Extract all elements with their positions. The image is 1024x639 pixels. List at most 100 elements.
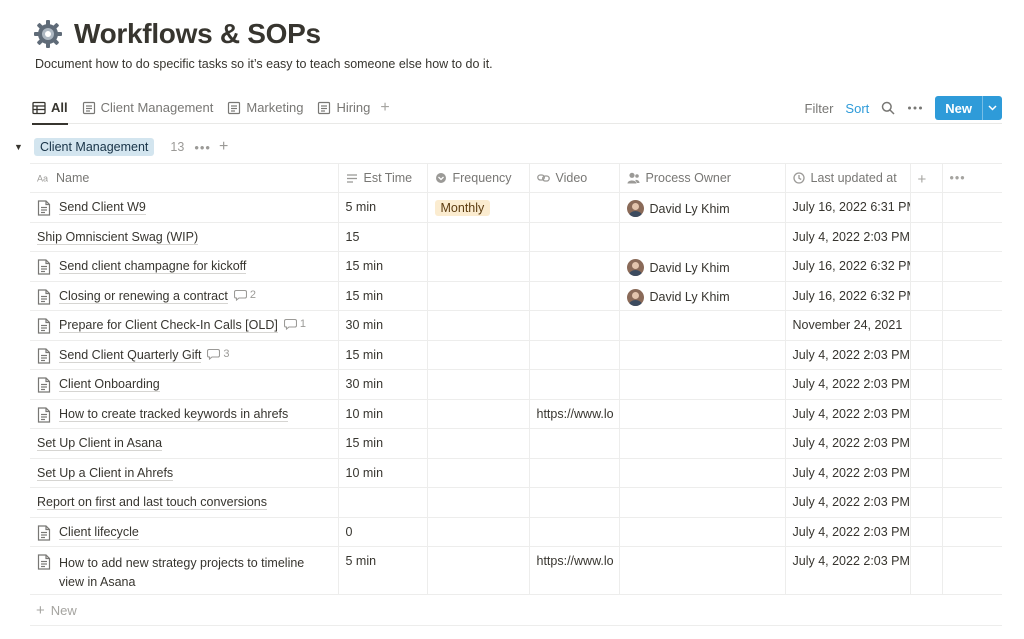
cell-frequency[interactable] <box>427 487 530 518</box>
cell-last-updated[interactable]: July 4, 2022 2:03 PM <box>785 546 911 595</box>
cell-frequency[interactable] <box>427 310 530 341</box>
cell-video[interactable] <box>529 517 620 547</box>
cell-video[interactable]: https://www.lo <box>529 399 620 429</box>
cell-frequency[interactable] <box>427 251 530 282</box>
cell-video[interactable] <box>529 458 620 488</box>
cell-last-updated[interactable]: November 24, 2021 <box>785 310 911 341</box>
cell-process-owner[interactable]: David Ly Khim <box>619 192 786 223</box>
column-header-name[interactable]: Aa Name <box>30 163 339 193</box>
cell-process-owner[interactable]: David Ly Khim <box>619 251 786 282</box>
cell-video[interactable] <box>529 192 620 223</box>
cell-process-owner[interactable] <box>619 428 786 459</box>
row-title[interactable]: Send Client Quarterly Gift <box>59 348 202 363</box>
cell-name[interactable]: Prepare for Client Check-In Calls [OLD] … <box>30 310 339 341</box>
cell-frequency[interactable] <box>427 369 530 400</box>
cell-name[interactable]: Ship Omniscient Swag (WIP) <box>30 222 339 252</box>
comment-count[interactable]: 2 <box>233 289 256 301</box>
table-row[interactable]: Ship Omniscient Swag (WIP) 15 July 4, 20… <box>30 222 1002 252</box>
cell-est-time[interactable]: 10 min <box>338 458 428 488</box>
cell-process-owner[interactable] <box>619 222 786 252</box>
cell-est-time[interactable]: 15 min <box>338 281 428 311</box>
cell-frequency[interactable] <box>427 340 530 370</box>
table-row[interactable]: Set Up a Client in Ahrefs 10 min July 4,… <box>30 458 1002 488</box>
cell-frequency[interactable]: Monthly <box>427 192 530 223</box>
cell-name[interactable]: Send Client Quarterly Gift 3 <box>30 340 339 370</box>
add-row-button[interactable]: + New <box>30 596 1002 626</box>
tab-all[interactable]: All <box>32 92 68 125</box>
cell-video[interactable] <box>529 487 620 518</box>
table-row[interactable]: Closing or renewing a contract 2 15 min … <box>30 281 1002 311</box>
cell-est-time[interactable] <box>338 487 428 518</box>
cell-process-owner[interactable] <box>619 546 786 595</box>
row-title[interactable]: Set Up Client in Asana <box>37 436 163 451</box>
table-row[interactable]: Client Onboarding 30 min July 4, 2022 2:… <box>30 369 1002 400</box>
tab-marketing[interactable]: Marketing <box>227 92 303 124</box>
table-row[interactable]: Prepare for Client Check-In Calls [OLD] … <box>30 310 1002 341</box>
cell-est-time[interactable]: 30 min <box>338 369 428 400</box>
cell-frequency[interactable] <box>427 428 530 459</box>
gear-icon[interactable] <box>32 18 64 50</box>
cell-video[interactable] <box>529 251 620 282</box>
comment-count[interactable]: 3 <box>207 348 230 360</box>
cell-video[interactable] <box>529 428 620 459</box>
add-column-button[interactable]: + <box>910 163 943 193</box>
cell-video[interactable] <box>529 369 620 400</box>
table-row[interactable]: Set Up Client in Asana 15 min July 4, 20… <box>30 428 1002 459</box>
sort-button[interactable]: Sort <box>845 101 869 116</box>
row-title[interactable]: Ship Omniscient Swag (WIP) <box>37 230 199 245</box>
cell-last-updated[interactable]: July 4, 2022 2:03 PM <box>785 222 911 252</box>
row-title[interactable]: Send Client W9 <box>59 200 146 215</box>
cell-name[interactable]: Report on first and last touch conversio… <box>30 487 339 518</box>
row-title[interactable]: Set Up a Client in Ahrefs <box>37 466 174 481</box>
group-add-button[interactable]: + <box>219 138 228 156</box>
cell-last-updated[interactable]: July 4, 2022 2:03 PM <box>785 487 911 518</box>
row-title[interactable]: How to create tracked keywords in ahrefs <box>59 407 289 422</box>
cell-frequency[interactable] <box>427 458 530 488</box>
cell-video[interactable] <box>529 340 620 370</box>
cell-frequency[interactable] <box>427 517 530 547</box>
cell-process-owner[interactable] <box>619 310 786 341</box>
cell-frequency[interactable] <box>427 546 530 595</box>
row-title[interactable]: How to add new strategy projects to time… <box>59 554 331 592</box>
cell-frequency[interactable] <box>427 399 530 429</box>
cell-last-updated[interactable]: July 4, 2022 2:03 PM <box>785 517 911 547</box>
new-button[interactable]: New <box>935 96 1002 120</box>
cell-video[interactable] <box>529 281 620 311</box>
row-title[interactable]: Prepare for Client Check-In Calls [OLD] <box>59 318 278 333</box>
more-options-icon[interactable] <box>907 101 923 115</box>
group-name[interactable]: Client Management <box>34 138 155 156</box>
search-icon[interactable] <box>881 101 895 115</box>
video-link[interactable]: https://www.lo <box>537 554 614 568</box>
column-header-process-owner[interactable]: Process Owner <box>619 163 786 193</box>
tab-client-management[interactable]: Client Management <box>82 92 213 124</box>
row-title[interactable]: Send client champagne for kickoff <box>59 259 247 274</box>
filter-button[interactable]: Filter <box>805 101 834 116</box>
cell-name[interactable]: Set Up a Client in Ahrefs <box>30 458 339 488</box>
cell-name[interactable]: Set Up Client in Asana <box>30 428 339 459</box>
cell-frequency[interactable] <box>427 222 530 252</box>
cell-last-updated[interactable]: July 4, 2022 2:03 PM <box>785 399 911 429</box>
cell-last-updated[interactable]: July 16, 2022 6:32 PM <box>785 281 911 311</box>
row-title[interactable]: Client lifecycle <box>59 525 139 540</box>
row-title[interactable]: Report on first and last touch conversio… <box>37 495 267 510</box>
cell-name[interactable]: How to create tracked keywords in ahrefs <box>30 399 339 429</box>
comment-count[interactable]: 1 <box>283 318 306 330</box>
cell-est-time[interactable]: 0 <box>338 517 428 547</box>
column-header-est-time[interactable]: Est Time <box>338 163 428 193</box>
group-toggle-icon[interactable]: ▼ <box>14 142 24 152</box>
cell-last-updated[interactable]: July 4, 2022 2:03 PM <box>785 428 911 459</box>
table-row[interactable]: Client lifecycle 0 July 4, 2022 2:03 PM <box>30 517 1002 547</box>
cell-video[interactable] <box>529 310 620 341</box>
cell-last-updated[interactable]: July 16, 2022 6:32 PM <box>785 251 911 282</box>
chevron-down-icon[interactable] <box>982 96 1002 120</box>
table-row[interactable]: How to create tracked keywords in ahrefs… <box>30 399 1002 429</box>
table-row[interactable]: Send Client Quarterly Gift 3 15 min July… <box>30 340 1002 370</box>
cell-process-owner[interactable] <box>619 369 786 400</box>
row-title[interactable]: Closing or renewing a contract <box>59 289 228 304</box>
cell-name[interactable]: Closing or renewing a contract 2 <box>30 281 339 311</box>
cell-last-updated[interactable]: July 4, 2022 2:03 PM <box>785 340 911 370</box>
column-header-video[interactable]: Video <box>529 163 620 193</box>
cell-name[interactable]: Client lifecycle <box>30 517 339 547</box>
cell-name[interactable]: Client Onboarding <box>30 369 339 400</box>
cell-process-owner[interactable] <box>619 517 786 547</box>
